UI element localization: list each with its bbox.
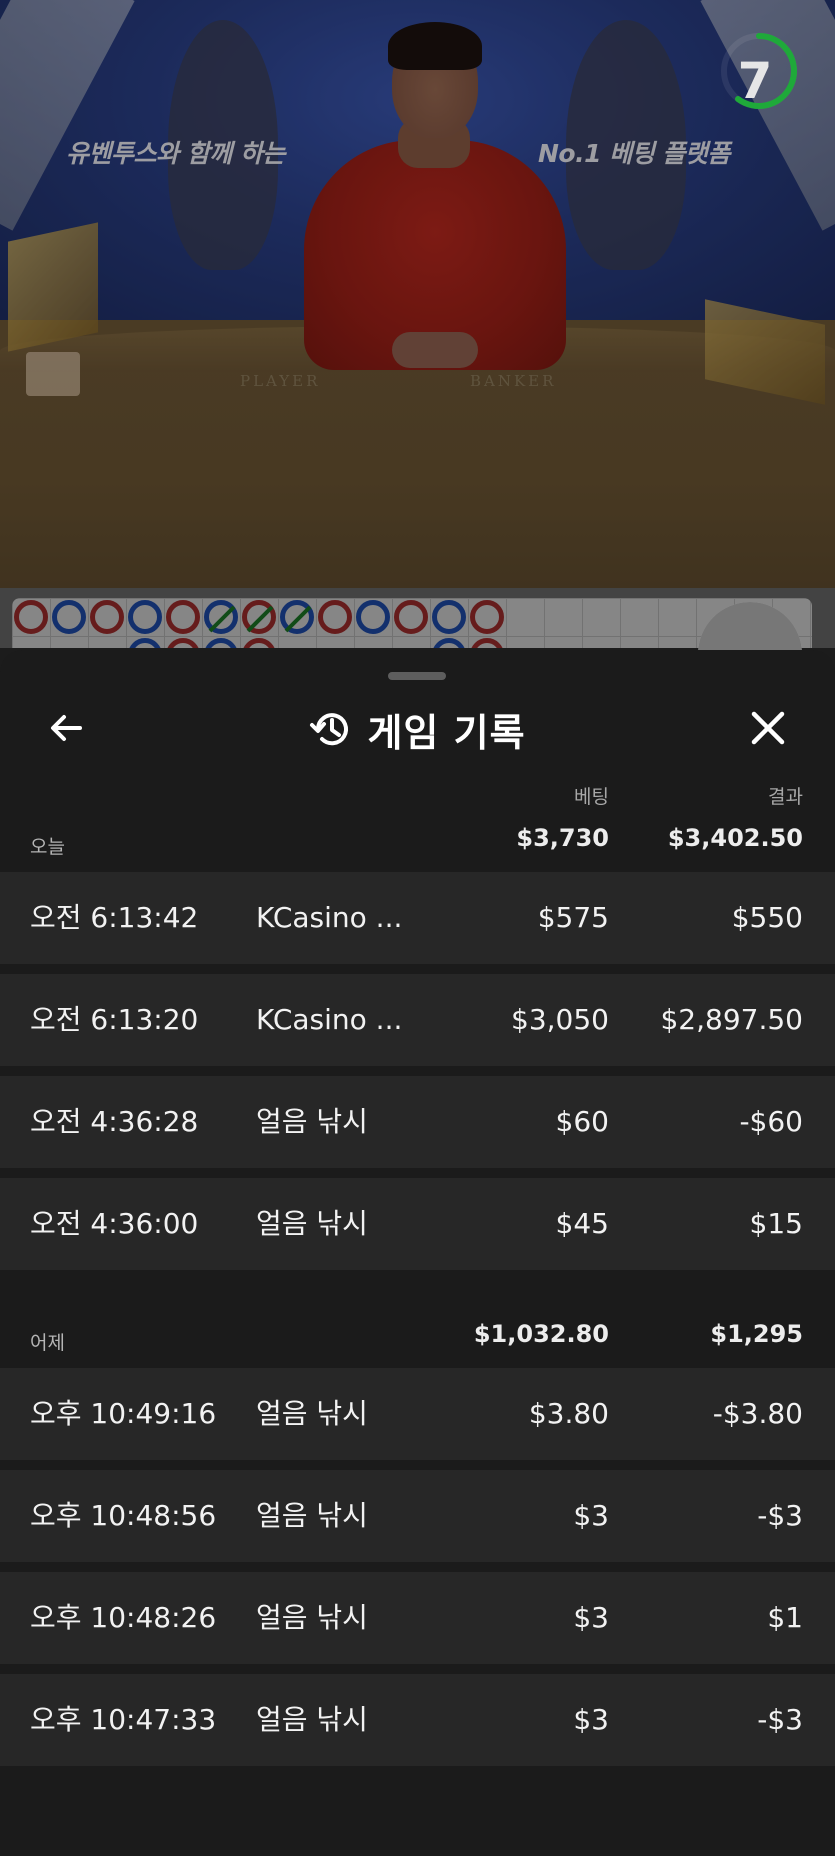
row-result: -$3 — [757, 1499, 803, 1532]
row-result: $15 — [749, 1207, 803, 1240]
row-result: -$60 — [739, 1105, 803, 1138]
row-result: -$3.80 — [712, 1397, 803, 1430]
section-bet-total: $3,730 — [516, 824, 609, 852]
row-game: KCasino ... — [256, 1003, 403, 1036]
row-result: -$3 — [757, 1703, 803, 1736]
close-icon — [751, 711, 785, 745]
sheet-header: 게임 기록 — [0, 690, 835, 768]
section-header-yesterday: 어제 $1,032.80 $1,295 — [0, 1314, 835, 1364]
back-button[interactable] — [40, 702, 92, 754]
sheet-title: 게임 기록 — [367, 710, 526, 755]
row-bet: $3,050 — [511, 1003, 609, 1036]
sheet-drag-handle[interactable] — [388, 672, 446, 680]
history-row[interactable]: 오전 6:13:42 KCasino ... $575 $550 — [0, 872, 835, 964]
row-game: 얼음 낚시 — [256, 1105, 368, 1138]
section-label: 어제 — [30, 1332, 65, 1354]
row-result: $1 — [767, 1601, 803, 1634]
section-header-today: 오늘 $3,730 $3,402.50 — [0, 818, 835, 868]
row-time: 오전 4:36:00 — [30, 1207, 199, 1240]
column-header-result: 결과 — [768, 786, 803, 808]
close-button[interactable] — [742, 702, 794, 754]
history-row[interactable]: 오전 6:13:20 KCasino ... $3,050 $2,897.50 — [0, 974, 835, 1066]
history-row[interactable]: 오전 4:36:00 얼음 낚시 $45 $15 — [0, 1178, 835, 1270]
video-overlay-dim — [0, 0, 835, 588]
section-result-total: $3,402.50 — [667, 824, 803, 852]
row-game: 얼음 낚시 — [256, 1703, 368, 1736]
section-label: 오늘 — [30, 836, 65, 858]
history-row[interactable]: 오후 10:49:16 얼음 낚시 $3.80 -$3.80 — [0, 1368, 835, 1460]
row-bet: $575 — [537, 901, 609, 934]
section-bet-total: $1,032.80 — [473, 1320, 609, 1348]
column-header-bet: 베팅 — [574, 786, 609, 808]
row-game: 얼음 낚시 — [256, 1601, 368, 1634]
row-result: $550 — [731, 901, 803, 934]
history-row[interactable]: 오후 10:48:26 얼음 낚시 $3 $1 — [0, 1572, 835, 1664]
countdown-timer-value: 7 — [737, 52, 773, 110]
row-bet: $60 — [555, 1105, 609, 1138]
bead-road-strip — [0, 588, 835, 662]
row-game: 얼음 낚시 — [256, 1397, 368, 1430]
row-bet: $3 — [573, 1601, 609, 1634]
row-game: KCasino ... — [256, 901, 403, 934]
row-time: 오후 10:48:56 — [30, 1499, 217, 1532]
history-row[interactable]: 오후 10:48:56 얼음 낚시 $3 -$3 — [0, 1470, 835, 1562]
row-bet: $45 — [555, 1207, 609, 1240]
history-row[interactable]: 오전 4:36:28 얼음 낚시 $60 -$60 — [0, 1076, 835, 1168]
row-time: 오전 6:13:20 — [30, 1003, 199, 1036]
history-icon — [310, 713, 349, 746]
row-time: 오전 4:36:28 — [30, 1105, 199, 1138]
row-time: 오후 10:48:26 — [30, 1601, 217, 1634]
row-game: 얼음 낚시 — [256, 1207, 368, 1240]
row-time: 오전 6:13:42 — [30, 901, 199, 934]
row-time: 오후 10:49:16 — [30, 1397, 217, 1430]
live-video-stream: 유벤투스와 함께 하는 No.1 베팅 플랫폼 PLAYER BANKER 7 — [0, 0, 835, 588]
sheet-title-group: 게임 기록 — [0, 690, 835, 768]
row-time: 오후 10:47:33 — [30, 1703, 217, 1736]
back-arrow-icon — [51, 715, 82, 741]
row-bet: $3.80 — [528, 1397, 609, 1430]
row-game: 얼음 낚시 — [256, 1499, 368, 1532]
row-bet: $3 — [573, 1499, 609, 1532]
history-row[interactable]: 오후 10:47:33 얼음 낚시 $3 -$3 — [0, 1674, 835, 1766]
row-bet: $3 — [573, 1703, 609, 1736]
section-result-total: $1,295 — [710, 1320, 803, 1348]
game-history-sheet: 게임 기록 베팅 결과 오늘 $3,730 $3,402.50 오전 6:13:… — [0, 650, 835, 1856]
row-result: $2,897.50 — [660, 1003, 803, 1036]
